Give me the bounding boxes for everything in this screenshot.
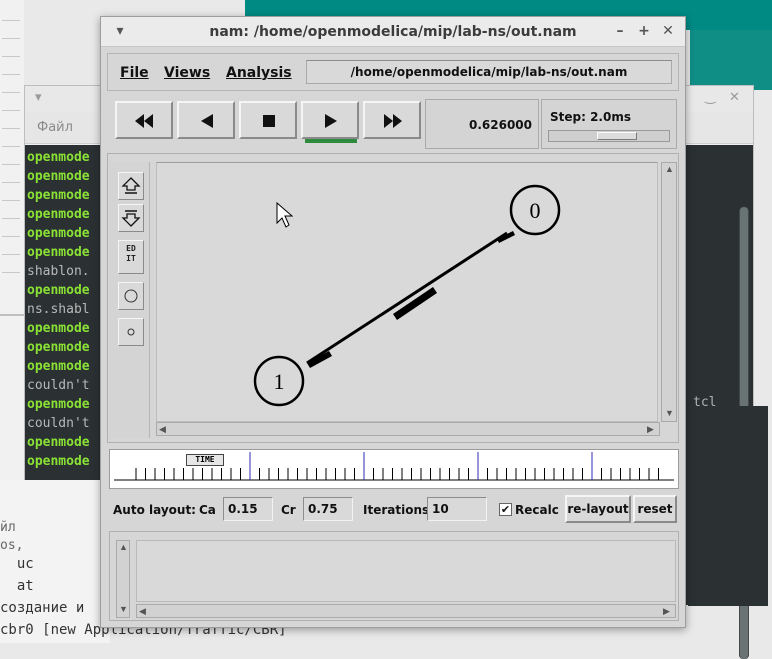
tool-column: ED IT	[110, 162, 150, 438]
circle-large-icon	[124, 289, 138, 303]
step-control: Step: 2.0ms	[541, 99, 677, 149]
annotation-horizontal-scrollbar[interactable]: ◀ ▶	[136, 604, 676, 618]
step-back-button[interactable]	[177, 101, 235, 139]
zoom-out-button[interactable]	[118, 204, 144, 232]
zoom-in-button[interactable]	[118, 172, 144, 200]
terminal-line: openmode	[27, 188, 90, 203]
bg-text-3: uc	[0, 556, 34, 572]
network-canvas[interactable]: 0 1	[156, 162, 658, 422]
zoom-out-icon	[121, 210, 141, 227]
annotation-vertical-scrollbar[interactable]: ▲ ▼	[116, 540, 130, 618]
terminal-line: couldn't	[27, 416, 90, 431]
file-path-display: /home/openmodelica/mip/lab-ns/out.nam	[306, 60, 672, 84]
nam-titlebar[interactable]: ▾ nam: /home/openmodelica/mip/lab-ns/out…	[101, 17, 685, 47]
terminal-line: openmode	[27, 397, 90, 412]
terminal-menu-file[interactable]: Файл	[37, 120, 73, 135]
network-topology: 0 1	[253, 184, 561, 407]
annotation-text-area[interactable]	[136, 540, 676, 602]
maximize-icon[interactable]: +	[635, 22, 653, 40]
terminal-minimize-icon[interactable]: ‿	[705, 90, 715, 105]
play-active-indicator	[305, 139, 357, 143]
terminal-line: openmode	[27, 169, 90, 184]
ca-input[interactable]: 0.15	[223, 497, 273, 521]
terminal-line: openmode	[27, 245, 90, 260]
step-label: Step: 2.0ms	[550, 110, 631, 124]
terminal-line: openmode	[27, 283, 90, 298]
stop-button[interactable]	[239, 101, 297, 139]
terminal-line: openmode	[27, 150, 90, 165]
menu-file[interactable]: File	[120, 65, 149, 81]
terminal-close-icon[interactable]: ✕	[729, 90, 740, 105]
rewind-icon	[135, 114, 153, 128]
timeline-marker[interactable]: TIME	[186, 454, 224, 466]
auto-layout-label: Auto layout:	[113, 503, 196, 517]
canvas-vertical-scrollbar[interactable]: ▲ ▼	[661, 162, 677, 422]
agent-tool-button[interactable]	[118, 318, 144, 346]
annotation-panel: ▲ ▼ ◀ ▶	[109, 531, 679, 621]
node-0-label: 0	[530, 198, 541, 223]
step-slider[interactable]	[548, 130, 670, 142]
zoom-in-icon	[121, 177, 141, 194]
menubar: File Views Analysis /home/openmodelica/m…	[107, 53, 679, 91]
bg-text-1: йл	[0, 520, 16, 535]
current-time: 0.626000	[468, 118, 532, 132]
fast-forward-button[interactable]	[363, 101, 421, 139]
link-1-0	[306, 231, 508, 365]
node-1[interactable]: 1	[253, 355, 305, 407]
node-tool-button[interactable]	[118, 282, 144, 310]
terminal-line: shablon.	[27, 264, 90, 279]
recalc-label: Recalc	[515, 503, 559, 517]
rewind-button[interactable]	[115, 101, 173, 139]
playback-controls: 0.626000 Step: 2.0ms	[107, 97, 679, 151]
node-0[interactable]: 0	[509, 184, 561, 236]
animation-area: ED IT 0 1 ▲ ▼ ◀ ▶	[107, 153, 679, 443]
timeline-slider[interactable]: TIME	[109, 449, 679, 489]
bg-text-2: os,	[0, 538, 24, 553]
step-slider-thumb[interactable]	[597, 132, 637, 140]
mouse-cursor-icon	[276, 201, 294, 228]
bg-text-5: создание и	[0, 600, 85, 616]
edit-label-top: ED	[126, 244, 136, 253]
terminal-body-right	[688, 406, 768, 606]
terminal-line: couldn't	[27, 378, 90, 393]
terminal-line: ns.shabl	[27, 302, 90, 317]
terminal-line: openmode	[27, 435, 90, 450]
window-title: nam: /home/openmodelica/mip/lab-ns/out.n…	[209, 24, 577, 40]
terminal-line: openmode	[27, 359, 90, 374]
terminal-line: openmode	[27, 321, 90, 336]
reset-button[interactable]: reset	[633, 495, 677, 523]
recalc-checkbox[interactable]: ✔	[499, 503, 512, 516]
fast-forward-icon	[384, 114, 402, 128]
circle-small-icon	[127, 328, 135, 336]
terminal-line: openmode	[27, 340, 90, 355]
terminal-menu-icon[interactable]: ▾	[35, 90, 42, 105]
stop-icon	[263, 115, 275, 127]
terminal-line: openmode	[27, 207, 90, 222]
cr-input[interactable]: 0.75	[303, 497, 353, 521]
menu-analysis[interactable]: Analysis	[226, 65, 292, 81]
iterations-label: Iterations	[363, 503, 430, 517]
terminal-line: openmode	[27, 226, 90, 241]
back-icon	[201, 114, 213, 128]
edit-button[interactable]: ED IT	[118, 240, 144, 274]
menu-views[interactable]: Views	[164, 65, 210, 81]
cr-label: Cr	[281, 503, 296, 517]
close-icon[interactable]: ✕	[659, 22, 677, 40]
canvas-horizontal-scrollbar[interactable]: ◀ ▶	[156, 422, 660, 436]
nam-window: ▾ nam: /home/openmodelica/mip/lab-ns/out…	[100, 16, 686, 628]
node-1-label: 1	[274, 369, 285, 394]
edit-label-bottom: IT	[126, 254, 136, 263]
minimize-icon[interactable]: –	[611, 22, 629, 40]
time-display: 0.626000	[425, 99, 539, 149]
terminal-line: openmode	[27, 454, 90, 469]
terminal-output: openmode openmode openmode openmode openmode…	[27, 148, 90, 471]
play-button[interactable]	[301, 101, 359, 139]
bg-text-4: at	[0, 578, 34, 594]
play-icon	[325, 114, 337, 128]
relayout-button[interactable]: re-layout	[565, 495, 631, 523]
layout-controls: Auto layout: Ca 0.15 Cr 0.75 Iterations …	[107, 495, 679, 525]
ca-label: Ca	[199, 503, 216, 517]
desktop-background-right	[690, 30, 772, 90]
iterations-input[interactable]: 10	[427, 497, 487, 521]
